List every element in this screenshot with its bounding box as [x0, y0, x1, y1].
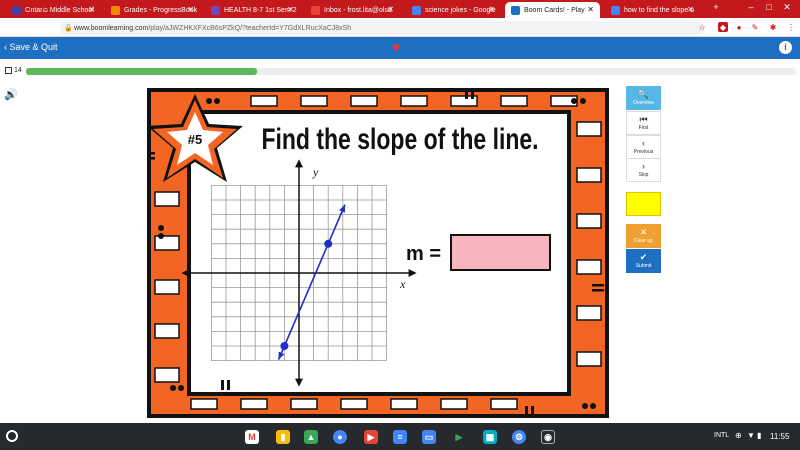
browser-tab[interactable]: Inbox - frost.lita@olsd ✕: [305, 2, 400, 18]
skip-label: Skip: [638, 172, 649, 178]
tab-title: science jokes - Google: [425, 6, 496, 14]
line-point: [324, 239, 333, 248]
battery-icon: ▮: [757, 431, 762, 440]
skip-icon: ›: [642, 161, 645, 171]
extensions-puzzle-icon[interactable]: ✱: [768, 22, 778, 32]
tab-title: Ontario Middle School: [25, 6, 94, 14]
card-count-value: 14: [14, 67, 22, 74]
heart-icon[interactable]: ♥: [392, 39, 400, 55]
maximize-button[interactable]: □: [762, 2, 776, 12]
browser-tab[interactable]: science jokes - Google ✕: [406, 2, 501, 18]
reload-icon[interactable]: ↻: [38, 3, 52, 14]
overview-button[interactable]: 🔍 Overview: [626, 86, 661, 110]
boom-card: #5 Find the slope of the line. y x m =: [147, 88, 609, 418]
skip-button[interactable]: › Skip: [626, 158, 661, 182]
first-button[interactable]: ⏮ First: [626, 111, 661, 135]
close-icon: ✕: [639, 227, 648, 237]
drive-icon[interactable]: ▲: [304, 430, 318, 444]
menu-icon[interactable]: ⋮: [786, 22, 796, 32]
star-icon[interactable]: ☆: [697, 22, 707, 32]
extension-drop-icon[interactable]: ●: [734, 22, 744, 32]
save-quit-button[interactable]: ‹ Save & Quit: [4, 42, 58, 52]
first-icon: ⏮: [639, 114, 648, 124]
progress-fill: [26, 68, 257, 75]
search-icon: 🔍: [637, 89, 650, 99]
browser-tab[interactable]: how to find the slope o ✕: [605, 2, 700, 18]
tab-title: how to find the slope o: [624, 6, 695, 14]
x-axis-label: x: [399, 277, 406, 291]
clear-label: Clear up: [634, 238, 653, 244]
files-icon[interactable]: ▭: [422, 430, 436, 444]
back-icon[interactable]: ←: [4, 3, 18, 14]
minimize-button[interactable]: –: [744, 2, 758, 12]
answer-input[interactable]: [452, 236, 549, 269]
wifi-icon: ▼: [747, 431, 755, 440]
camera-icon[interactable]: ◉: [541, 430, 555, 444]
close-tab-icon[interactable]: ✕: [687, 5, 694, 14]
new-tab-button[interactable]: +: [709, 2, 723, 12]
check-icon: ✔: [639, 252, 648, 262]
yellow-tool-button[interactable]: [626, 192, 661, 216]
submit-label: Submit: [635, 263, 652, 269]
close-tab-icon[interactable]: ✕: [488, 5, 495, 14]
clear-button[interactable]: ✕ Clear up: [626, 224, 661, 248]
extension-icon[interactable]: ◆: [718, 22, 728, 32]
tab-title: Grades - ProgressBook: [124, 6, 198, 14]
browser-tab[interactable]: HEALTH 8-7 1st Sem 2 ✕: [205, 2, 300, 18]
previous-button[interactable]: ‹ Previous: [626, 135, 661, 159]
google-favicon-icon: [412, 5, 421, 15]
tab-title: Inbox - frost.lita@olsd: [324, 6, 392, 14]
close-tab-icon[interactable]: ✕: [587, 5, 594, 14]
browser-tab[interactable]: Grades - ProgressBook ✕: [105, 2, 200, 18]
forward-icon[interactable]: →: [21, 3, 35, 14]
previous-icon: ‹: [642, 138, 645, 148]
keep-icon[interactable]: ▮: [276, 430, 290, 444]
browser-tab[interactable]: Boom Cards! - Play ✕: [505, 2, 600, 18]
close-window-button[interactable]: ✕: [780, 2, 794, 13]
close-tab-icon[interactable]: ✕: [287, 5, 294, 14]
close-tab-icon[interactable]: ✕: [187, 5, 194, 14]
add-icon[interactable]: ⊕: [735, 431, 742, 440]
first-label: First: [638, 125, 649, 131]
keyboard-layout[interactable]: INTL: [714, 432, 729, 439]
submit-button[interactable]: ✔ Submit: [626, 249, 661, 273]
url-host: www.boomlearning.com: [74, 24, 149, 32]
tab-title: HEALTH 8-7 1st Sem 2: [224, 6, 297, 14]
line-point: [280, 342, 289, 350]
speaker-icon[interactable]: 🔊: [4, 88, 18, 101]
cards-icon: [5, 67, 12, 74]
url-path: /play/aJWZHKXFXcB6sPZkQ/?teacherId=Y7GdX…: [148, 24, 352, 32]
classroom-favicon-icon: [211, 5, 220, 15]
clock[interactable]: 11:55: [770, 432, 789, 441]
y-axis-label: y: [312, 165, 319, 179]
extension-bolt-icon[interactable]: ✎: [750, 22, 760, 32]
save-quit-label: Save & Quit: [9, 42, 58, 52]
google-favicon-icon: [611, 5, 620, 15]
info-icon[interactable]: i: [779, 41, 792, 54]
gmail-favicon-icon: [311, 5, 320, 15]
progressbook-favicon-icon: [111, 5, 120, 15]
close-tab-icon[interactable]: ✕: [387, 5, 394, 14]
gmail-icon[interactable]: M: [245, 430, 259, 444]
close-tab-icon[interactable]: ✕: [88, 5, 95, 14]
play-store-icon[interactable]: ▶: [452, 430, 466, 444]
boom-favicon-icon: [511, 5, 520, 15]
launcher-icon[interactable]: [6, 430, 18, 442]
card-title: Find the slope of the line.: [261, 122, 538, 156]
card-number-badge: #5: [188, 132, 202, 147]
address-bar[interactable]: 🔒 www.boomlearning.com/play/aJWZHKXFXcB6…: [60, 21, 705, 35]
card-count: 14: [5, 67, 22, 74]
chrome-icon[interactable]: ●: [333, 430, 347, 444]
docs-icon[interactable]: ≡: [393, 430, 407, 444]
classroom-icon[interactable]: ▦: [483, 430, 497, 444]
progress-track: [26, 68, 796, 75]
youtube-icon[interactable]: ▶: [364, 430, 378, 444]
lock-icon: 🔒: [64, 25, 73, 32]
tab-title: Boom Cards! - Play: [524, 6, 585, 14]
previous-label: Previous: [633, 149, 654, 155]
overview-label: Overview: [633, 100, 654, 106]
settings-icon[interactable]: ⚙: [512, 430, 526, 444]
slope-label: m =: [406, 243, 441, 265]
